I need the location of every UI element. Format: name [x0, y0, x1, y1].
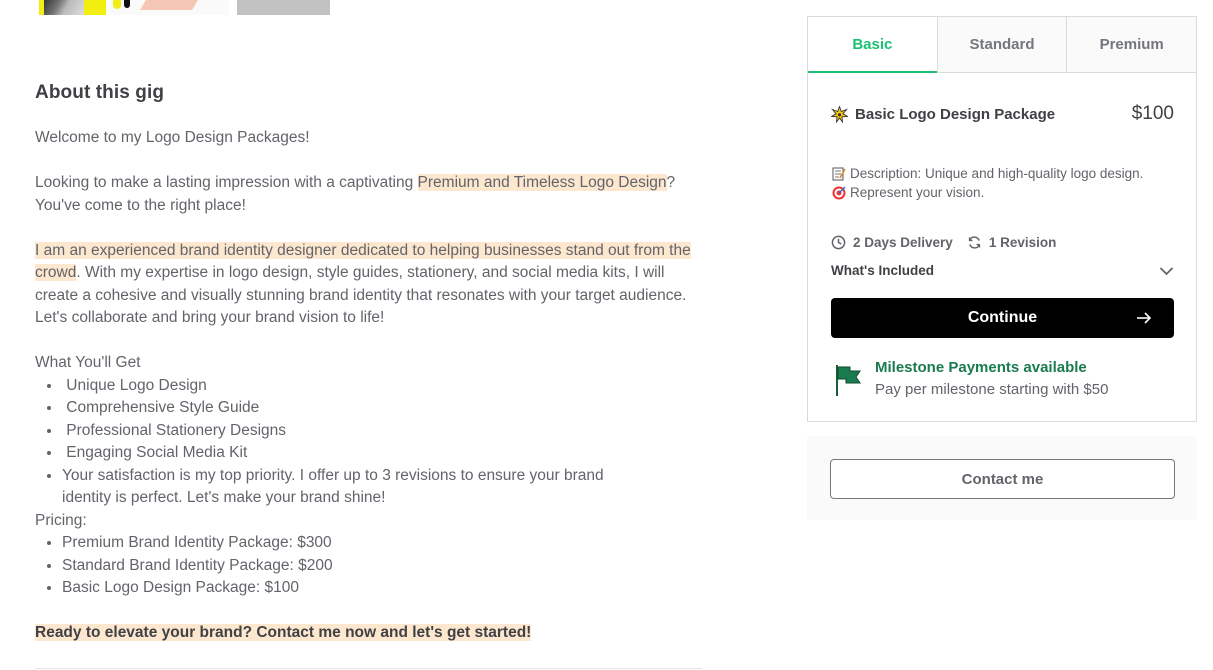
section-divider: [35, 668, 702, 669]
milestone-title: Milestone Payments available: [875, 359, 1087, 376]
experience-paragraph: I am an experienced brand identity desig…: [35, 240, 705, 330]
list-item: Your satisfaction is my top priority. I …: [62, 465, 652, 510]
whats-included-label: What's Included: [831, 263, 934, 278]
list-item: Professional Stationery Designs: [62, 420, 705, 443]
sparkle-emoji-icon: [830, 104, 849, 124]
pricing-heading: Pricing:: [35, 511, 87, 529]
gallery-thumbnail[interactable]: [39, 0, 106, 15]
tab-premium[interactable]: Premium: [1066, 17, 1197, 72]
milestone-info: Milestone Payments available Pay per mil…: [834, 357, 1108, 401]
continue-label: Continue: [967, 309, 1038, 326]
chevron-down-icon: [1159, 266, 1174, 275]
list-item: Engaging Social Media Kit: [62, 442, 705, 465]
package-price: $100: [1131, 103, 1174, 124]
contact-me-button[interactable]: Contact me: [830, 459, 1175, 499]
refresh-icon: [968, 236, 980, 249]
tab-standard[interactable]: Standard: [936, 17, 1067, 72]
package-title: Basic Logo Design Package: [830, 104, 1056, 124]
contact-panel: Contact me: [807, 436, 1197, 520]
package-card: Basic Standard Premium Basic Logo Design…: [807, 16, 1197, 422]
highlighted-text: Premium and Timeless Logo Design: [417, 174, 667, 191]
welcome-text: Welcome to my Logo Design Packages!: [35, 129, 310, 146]
revision-info: 1 Revision: [967, 235, 1057, 250]
vision-text: Represent your vision.: [850, 185, 985, 200]
description-text: Description: Unique and high-quality log…: [850, 166, 1144, 181]
list-item: Standard Brand Identity Package: $200: [62, 555, 705, 578]
gallery-thumbnail[interactable]: [237, 0, 330, 15]
description-row: Represent your vision.: [831, 183, 1176, 202]
list-item: Basic Logo Design Package: $100: [62, 577, 705, 600]
get-list: Unique Logo Design Comprehensive Style G…: [35, 375, 705, 510]
tab-basic[interactable]: Basic: [808, 17, 937, 73]
package-header: Basic Logo Design Package $100: [830, 103, 1174, 125]
list-item: Unique Logo Design: [62, 375, 705, 398]
gallery-thumbnail[interactable]: [111, 0, 229, 15]
memo-icon: [831, 166, 847, 182]
milestone-subtitle: Pay per milestone starting with $50: [875, 381, 1109, 398]
list-item: Comprehensive Style Guide: [62, 397, 705, 420]
pricing-list: Premium Brand Identity Package: $300 Sta…: [35, 532, 705, 600]
flag-icon: [836, 365, 861, 396]
description-row: Description: Unique and high-quality log…: [831, 164, 1176, 183]
package-description: Description: Unique and high-quality log…: [831, 164, 1176, 202]
continue-button[interactable]: Continue: [831, 298, 1174, 338]
whats-included-toggle[interactable]: What's Included: [831, 263, 1174, 278]
get-heading: What You'll Get: [35, 354, 141, 371]
package-tabs: Basic Standard Premium: [808, 17, 1197, 73]
intro-text: Looking to make a lasting impression wit…: [35, 174, 418, 191]
revision-text: 1 Revision: [988, 235, 1057, 250]
package-title-text: Basic Logo Design Package: [855, 105, 1056, 123]
about-title: About this gig: [35, 82, 165, 103]
clock-icon: [831, 235, 846, 250]
delivery-info: 2 Days Delivery: [831, 235, 953, 250]
about-section: About this gig Welcome to my Logo Design…: [35, 82, 705, 645]
gig-description: Welcome to my Logo Design Packages! Look…: [35, 127, 705, 645]
call-to-action-text: Ready to elevate your brand? Contact me …: [35, 622, 705, 645]
target-icon: [831, 185, 847, 201]
highlighted-text: Ready to elevate your brand? Contact me …: [35, 624, 532, 641]
arrow-right-icon: [1137, 312, 1152, 324]
delivery-text: 2 Days Delivery: [853, 235, 953, 250]
list-item: Premium Brand Identity Package: $300: [62, 532, 705, 555]
intro-paragraph: Looking to make a lasting impression wit…: [35, 172, 705, 217]
package-meta: 2 Days Delivery 1 Revision: [831, 235, 1070, 250]
experience-text: . With my expertise in logo design, styl…: [35, 264, 687, 326]
